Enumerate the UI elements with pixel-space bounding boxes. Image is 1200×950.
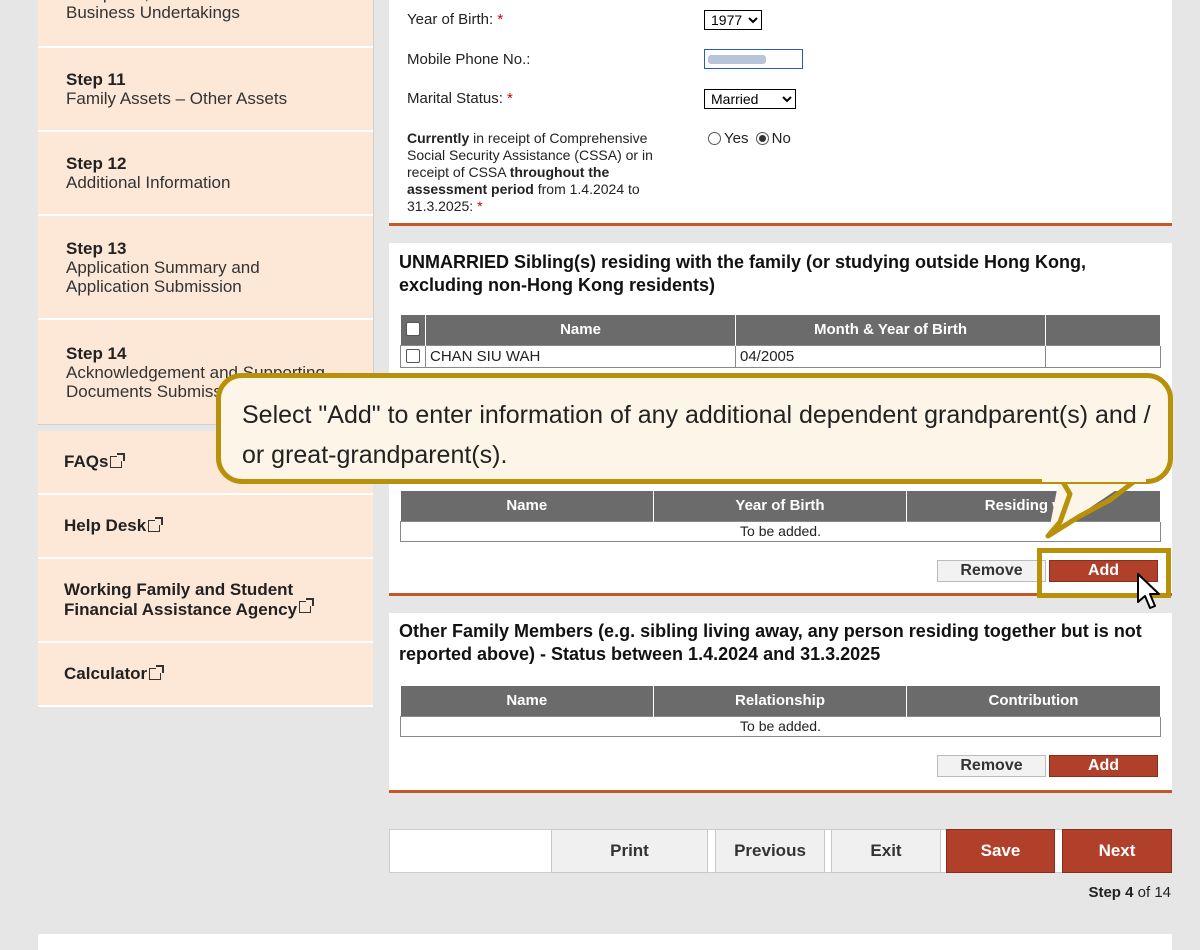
yob-label: Year of Birth: *	[407, 11, 504, 28]
external-link-icon	[149, 665, 165, 680]
previous-button[interactable]: Previous	[715, 829, 825, 873]
next-button[interactable]: Next	[1062, 829, 1172, 873]
cssa-question: Currently in receipt of Comprehensive So…	[407, 130, 653, 214]
external-link-icon	[299, 598, 315, 613]
siblings-title: UNMARRIED Sibling(s) residing with the f…	[399, 252, 1086, 295]
sibling-name: CHAN SIU WAH	[425, 344, 736, 368]
col-relationship: Relationship	[653, 686, 907, 716]
other-members-panel: Other Family Members (e.g. sibling livin…	[389, 613, 1172, 793]
external-link-icon	[110, 453, 126, 468]
sidebar-step-number: Step 12	[66, 154, 127, 173]
cssa-yes-radio[interactable]	[708, 132, 721, 145]
siblings-table: Name Month & Year of Birth CHAN SIU WAH …	[400, 315, 1161, 368]
callout-text: Select "Add" to enter information of any…	[242, 401, 1151, 469]
sidebar-link-help-desk[interactable]: Help Desk	[38, 495, 373, 559]
other-members-table: Name Relationship Contribution To be add…	[400, 686, 1161, 737]
select-all-header	[400, 315, 426, 345]
col-name: Name	[400, 686, 654, 716]
col-name: Name	[425, 315, 736, 345]
link-label: Working Family and Student Financial Ass…	[64, 580, 298, 619]
col-contribution: Contribution	[906, 686, 1161, 716]
remove-other-button[interactable]: Remove	[937, 755, 1046, 777]
col-name: Name	[400, 491, 654, 521]
col-year: Year of Birth	[653, 491, 907, 521]
sidebar-step-label: Additional Information	[66, 173, 231, 192]
empty-row: To be added.	[400, 715, 1161, 737]
link-label: Calculator	[64, 664, 148, 683]
cssa-no-radio[interactable]	[755, 132, 769, 145]
step-list: / Carparks, Vehicles / Vessels and Busin…	[38, 0, 374, 425]
personal-info-panel: Year of Birth: * 1977 Mobile Phone No.: …	[389, 0, 1172, 226]
blurred-value	[708, 55, 766, 64]
sidebar: / Carparks, Vehicles / Vessels and Busin…	[38, 0, 374, 707]
row-checkbox[interactable]	[406, 348, 420, 363]
link-label: FAQs	[64, 452, 109, 471]
sidebar-step-number: Step 14	[66, 343, 127, 363]
mobile-input[interactable]	[704, 49, 803, 69]
footer	[38, 934, 1172, 950]
sidebar-link-calculator[interactable]: Calculator	[38, 643, 373, 707]
sidebar-step-label: / Carparks, Vehicles / Vessels and Busin…	[66, 0, 323, 22]
navigation-bar: Print Previous Exit Save Next	[389, 829, 1172, 873]
step-counter: Step 4 of 14	[1088, 884, 1171, 901]
other-members-title: Other Family Members (e.g. sibling livin…	[399, 621, 1142, 664]
sidebar-step-10[interactable]: / Carparks, Vehicles / Vessels and Busin…	[38, 0, 373, 48]
sidebar-step-13[interactable]: Step 13 Application Summary and Applicat…	[38, 216, 373, 320]
no-label: No	[771, 130, 791, 147]
col-birth: Month & Year of Birth	[735, 315, 1046, 345]
remove-grandparent-button[interactable]: Remove	[937, 560, 1046, 582]
mobile-label: Mobile Phone No.:	[407, 51, 531, 68]
save-button[interactable]: Save	[946, 829, 1055, 873]
link-label: Help Desk	[64, 516, 147, 535]
sibling-birth: 04/2005	[735, 344, 1046, 368]
select-all-checkbox[interactable]	[405, 322, 420, 337]
tutorial-callout: Select "Add" to enter information of any…	[216, 373, 1173, 484]
exit-button[interactable]: Exit	[831, 829, 941, 873]
sidebar-step-number: Step 11	[66, 70, 126, 89]
table-row: CHAN SIU WAH 04/2005 Edit	[400, 344, 1161, 368]
edit-button[interactable]: Edit	[1045, 344, 1161, 368]
yob-select[interactable]: 1977	[704, 10, 762, 30]
col-action	[1045, 315, 1161, 345]
external-link-icon	[148, 517, 164, 532]
sidebar-step-12[interactable]: Step 12 Additional Information	[38, 132, 373, 216]
marital-select[interactable]: Married	[704, 89, 796, 109]
sidebar-step-label: Family Assets – Other Assets	[66, 89, 288, 108]
mouse-cursor-icon	[1137, 573, 1160, 609]
print-button[interactable]: Print	[551, 829, 708, 873]
add-other-button[interactable]: Add	[1049, 755, 1158, 777]
sidebar-step-number: Step 13	[66, 238, 127, 258]
marital-label: Marital Status: *	[407, 90, 513, 107]
callout-tail-cover	[1042, 476, 1146, 482]
sidebar-step-11[interactable]: Step 11 Family Assets – Other Assets	[38, 48, 373, 132]
sidebar-link-agency[interactable]: Working Family and Student Financial Ass…	[38, 559, 373, 643]
yes-label: Yes	[724, 130, 749, 147]
sidebar-step-label: Application Summary and Application Subm…	[66, 257, 260, 296]
